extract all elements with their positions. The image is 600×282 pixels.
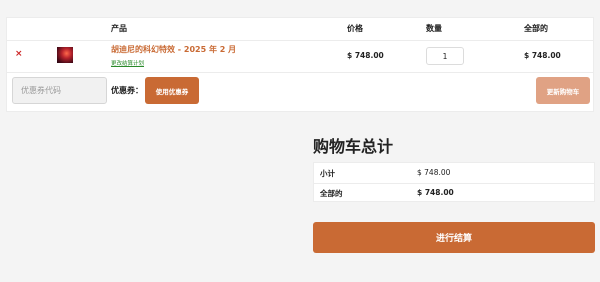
coupon-label: 优惠券：	[111, 86, 143, 95]
update-cart-button[interactable]: 更新购物车	[536, 77, 590, 104]
table-row: × 胡迪尼的科幻特效 - 2025 年 2 月 更改结算计划 $ 748.00 …	[7, 40, 593, 73]
cart-totals-title: 购物车总计	[313, 137, 394, 156]
column-header-product: 产品	[111, 24, 127, 33]
cart-table: 产品 价格 数量 全部的 × 胡迪尼的科幻特效 - 2025 年 2 月 更改结…	[6, 17, 594, 112]
coupon-code-input[interactable]	[12, 77, 107, 104]
cart-table-header: 产品 价格 数量 全部的	[7, 18, 593, 41]
subtotal-label: 小计	[320, 169, 335, 178]
total-value: $ 748.00	[417, 188, 454, 197]
product-thumbnail[interactable]	[57, 47, 73, 63]
product-price: $ 748.00	[347, 51, 384, 60]
total-row: 全部的 $ 748.00	[314, 183, 594, 203]
proceed-to-checkout-button[interactable]: 进行结算	[313, 222, 595, 253]
column-header-price: 价格	[347, 24, 363, 33]
quantity-input[interactable]	[426, 47, 464, 65]
subtotal-row: 小计 $ 748.00	[314, 163, 594, 184]
total-label: 全部的	[320, 189, 343, 198]
column-header-quantity: 数量	[426, 24, 442, 33]
subtotal-value: $ 748.00	[417, 168, 451, 177]
product-meta-link[interactable]: 更改结算计划	[111, 59, 144, 67]
product-name-link[interactable]: 胡迪尼的科幻特效 - 2025 年 2 月	[111, 44, 236, 55]
column-header-total: 全部的	[524, 24, 548, 33]
line-total: $ 748.00	[524, 51, 561, 60]
remove-item-icon[interactable]: ×	[15, 49, 23, 59]
cart-totals-table: 小计 $ 748.00 全部的 $ 748.00	[313, 162, 595, 202]
apply-coupon-button[interactable]: 使用优惠券	[145, 77, 199, 104]
